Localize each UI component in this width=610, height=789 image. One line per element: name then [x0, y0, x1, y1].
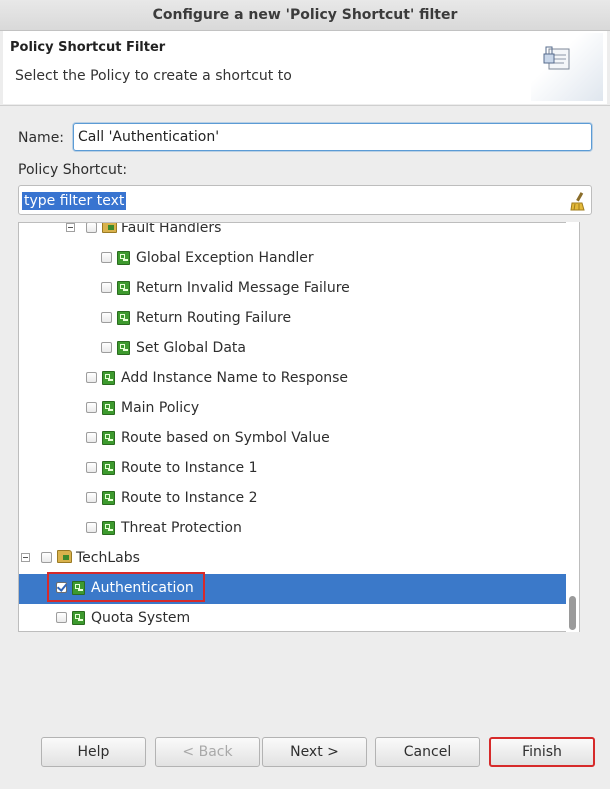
tree-item-label: Set Global Data [136, 340, 246, 356]
tree-item-threat-protection[interactable]: Threat Protection [19, 514, 567, 544]
tree-checkbox[interactable] [86, 462, 97, 473]
tree-item-label: Route to Instance 1 [121, 460, 258, 476]
tree-checkbox[interactable] [86, 492, 97, 503]
wizard-header: Policy Shortcut Filter Select the Policy… [3, 31, 607, 104]
tree-item-route-based-on-symbol-value[interactable]: Route based on Symbol Value [19, 424, 567, 454]
tree-checkbox[interactable] [101, 342, 112, 353]
tree-item-label: Add Instance Name to Response [121, 370, 349, 386]
name-input[interactable] [73, 123, 592, 151]
tree-item-add-instance-name[interactable]: Add Instance Name to Response [19, 364, 567, 394]
policy-icon [102, 461, 115, 475]
policy-icon [117, 341, 130, 355]
policy-shortcut-icon [543, 46, 570, 70]
policy-shortcut-label: Policy Shortcut: [18, 162, 128, 178]
tree-checkbox[interactable] [86, 522, 97, 533]
tree-item-label: Return Routing Failure [136, 310, 292, 326]
tree-folder-techlabs[interactable]: TechLabs [19, 544, 567, 574]
tree-checkbox[interactable] [86, 432, 97, 443]
header-title: Policy Shortcut Filter [10, 40, 166, 55]
tree-item-label: Return Invalid Message Failure [136, 280, 350, 296]
tree-item-main-policy[interactable]: Main Policy [19, 394, 567, 424]
tree-checkbox[interactable] [101, 312, 112, 323]
cancel-button[interactable]: Cancel [375, 737, 480, 767]
filter-input-text: type filter text [22, 192, 127, 210]
tree-item-label: Route to Instance 2 [121, 490, 258, 506]
policy-icon [117, 281, 130, 295]
name-label: Name: [18, 130, 65, 146]
filter-input[interactable]: type filter text [18, 185, 592, 215]
finish-button[interactable]: Finish [489, 737, 595, 767]
collapse-toggle-icon[interactable] [21, 553, 30, 562]
policy-tree[interactable]: Fault Handlers Global Exception Handler … [18, 222, 580, 632]
tree-item-label: Main Policy [121, 400, 200, 416]
policy-icon [102, 401, 115, 415]
help-button[interactable]: Help [41, 737, 146, 767]
header-separator [0, 105, 610, 106]
tree-item-label: Threat Protection [121, 520, 242, 536]
policy-icon [117, 251, 130, 265]
tree-item-route-to-instance-1[interactable]: Route to Instance 1 [19, 454, 567, 484]
tree-item-return-invalid-message-failure[interactable]: Return Invalid Message Failure [19, 274, 567, 304]
tree-item-label: Route based on Symbol Value [121, 430, 330, 446]
policy-icon [102, 431, 115, 445]
tree-checkbox[interactable] [101, 252, 112, 263]
policy-icon [117, 311, 130, 325]
policy-icon [102, 521, 115, 535]
folder-icon [102, 223, 117, 233]
tree-checkbox[interactable] [86, 402, 97, 413]
tree-item-label: Global Exception Handler [136, 250, 314, 266]
tree-checkbox[interactable] [56, 612, 67, 623]
tree-checkbox[interactable] [41, 552, 52, 563]
tree-item-quota-system[interactable]: Quota System [19, 604, 567, 631]
tree-item-label: Quota System [91, 610, 191, 626]
tree-item-label: Fault Handlers [121, 222, 222, 236]
tree-folder-fault-handlers[interactable]: Fault Handlers [19, 222, 567, 244]
tree-checkbox[interactable] [86, 223, 97, 233]
clear-filter-icon[interactable] [569, 191, 587, 211]
tree-item-global-exception-handler[interactable]: Global Exception Handler [19, 244, 567, 274]
policy-icon [102, 371, 115, 385]
tree-item-label: TechLabs [76, 550, 140, 566]
next-button[interactable]: Next > [262, 737, 367, 767]
policy-icon [72, 611, 85, 625]
tree-checkbox[interactable] [101, 282, 112, 293]
window-title: Configure a new 'Policy Shortcut' filter [0, 0, 610, 31]
collapse-toggle-icon[interactable] [66, 223, 75, 232]
back-button[interactable]: < Back [155, 737, 260, 767]
tree-item-set-global-data[interactable]: Set Global Data [19, 334, 567, 364]
authentication-highlight-box [47, 572, 205, 602]
header-description: Select the Policy to create a shortcut t… [15, 68, 292, 84]
policy-icon [102, 491, 115, 505]
folder-icon [57, 550, 72, 563]
tree-item-return-routing-failure[interactable]: Return Routing Failure [19, 304, 567, 334]
tree-scrollbar[interactable] [566, 222, 580, 632]
tree-item-route-to-instance-2[interactable]: Route to Instance 2 [19, 484, 567, 514]
tree-scrollbar-thumb[interactable] [569, 596, 576, 630]
tree-checkbox[interactable] [86, 372, 97, 383]
